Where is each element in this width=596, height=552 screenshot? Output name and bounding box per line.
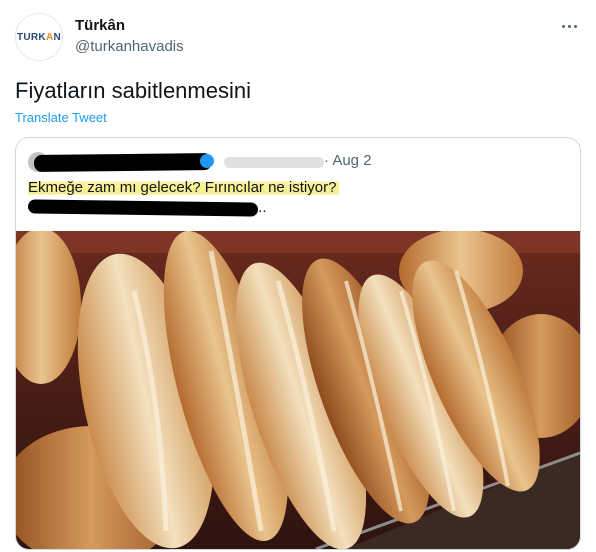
more-options-icon[interactable] [556, 14, 582, 38]
redacted-author-handle [224, 157, 324, 168]
quoted-tweet-card[interactable]: · Aug 2 Ekmeğe zam mı gelecek? Fırıncıla… [15, 137, 581, 550]
tweet-text: Fiyatların sabitlenmesini [15, 78, 251, 103]
bread-photo[interactable] [16, 231, 580, 549]
author-handle[interactable]: @turkanhavadis [75, 38, 184, 55]
ellipsis: ... [254, 199, 267, 216]
redacted-text [27, 199, 259, 217]
quoted-tweet-date[interactable]: · Aug 2 [324, 152, 372, 169]
dot [573, 24, 577, 28]
verified-badge-icon [200, 154, 214, 168]
quoted-tweet-headline: Ekmeğe zam mı gelecek? Fırıncılar ne ist… [28, 179, 340, 196]
dot [561, 24, 565, 28]
quoted-tweet-second-line: ... [27, 199, 288, 219]
author-avatar[interactable]: TURKAN [15, 13, 63, 61]
dot [567, 24, 571, 28]
avatar-logo: TURKAN [16, 31, 62, 43]
author-display-name[interactable]: Türkân [75, 17, 125, 34]
translate-tweet-link[interactable]: Translate Tweet [15, 110, 107, 125]
quoted-tweet-header: · Aug 2 [28, 152, 568, 172]
redacted-author-name [33, 153, 213, 172]
